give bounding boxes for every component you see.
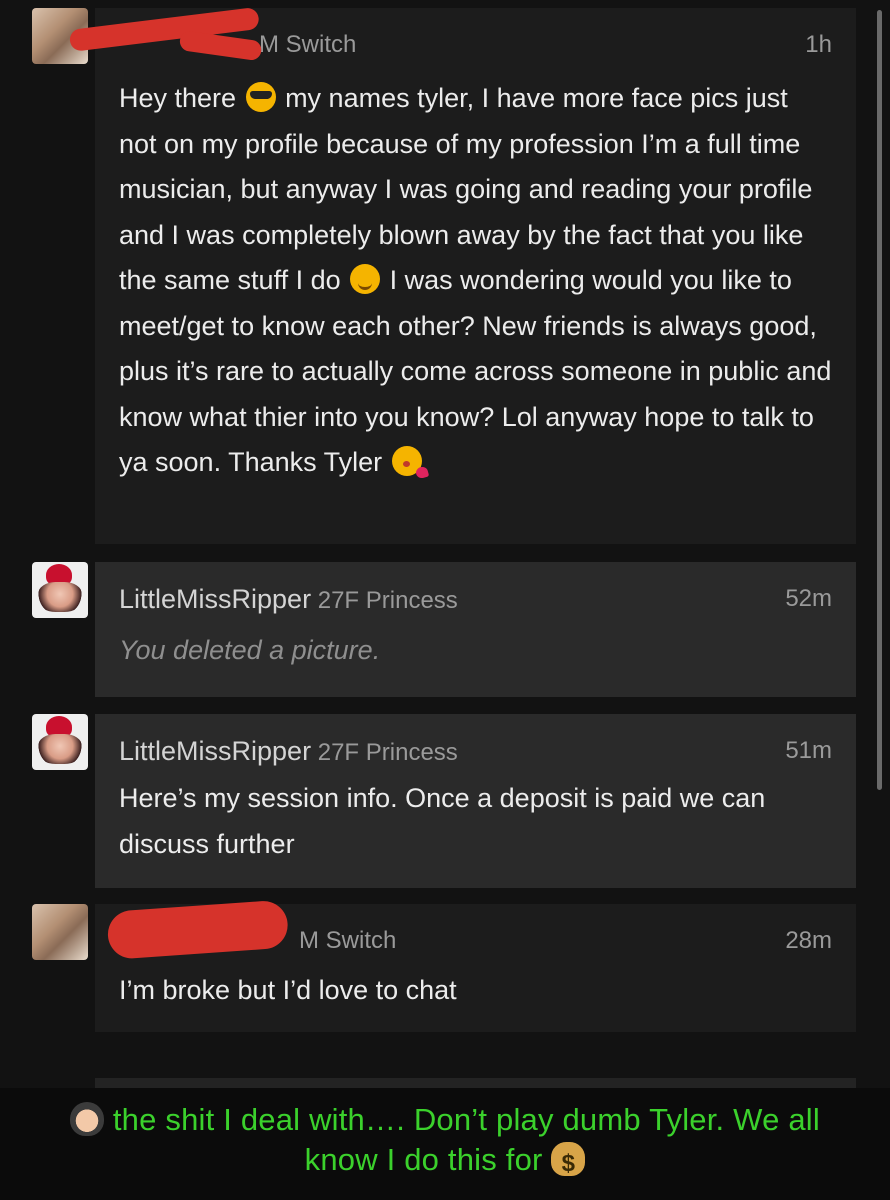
kiss-emoji	[391, 446, 422, 476]
message-header: LittleMissRipper 27F Princess 52m	[119, 584, 832, 614]
message-bubble-2: LittleMissRipper 27F Princess 52m You de…	[95, 562, 856, 697]
message-time: 51m	[785, 737, 832, 764]
sender-meta: 27F Princess	[317, 739, 458, 766]
message-text-part: I was wondering would you like to meet/g…	[119, 265, 832, 477]
message-text-part: Hey there	[119, 83, 244, 113]
sender-meta: 27F Princess	[317, 587, 458, 614]
scrollbar[interactable]	[877, 10, 882, 790]
money-bag-emoji	[551, 1142, 586, 1184]
deleted-notice: You deleted a picture.	[119, 635, 381, 665]
caption-text: the shit I deal with…. Don’t play dumb T…	[112, 1102, 820, 1177]
partial-message-bubble	[95, 1078, 856, 1088]
message-body: Here’s my session info. Once a deposit i…	[119, 783, 766, 859]
avatar-littlemissripper[interactable]	[32, 714, 88, 770]
smiling-emoji	[350, 264, 381, 294]
message-text-part: my names tyler, I have more face pics ju…	[119, 83, 813, 295]
overlay-caption: the shit I deal with…. Don’t play dumb T…	[30, 1100, 860, 1184]
sender-meta: M Switch	[299, 927, 397, 954]
avatar-tyler[interactable]	[32, 904, 88, 960]
message-bubble-3: LittleMissRipper 27F Princess 51m Here’s…	[95, 714, 856, 888]
message-thread: M Switch 1h Hey there my names tyler, I …	[0, 0, 890, 1200]
message-body: I’m broke but I’d love to chat	[119, 975, 457, 1005]
sender-name[interactable]: LittleMissRipper	[119, 584, 311, 614]
message-bubble-1: M Switch 1h Hey there my names tyler, I …	[95, 8, 856, 544]
message-body: Hey there my names tyler, I have more fa…	[119, 76, 832, 486]
message-time: 52m	[785, 585, 832, 612]
message-header: LittleMissRipper 27F Princess 51m	[119, 736, 832, 766]
message-time: 1h	[805, 31, 832, 58]
sender-meta: M Switch	[259, 31, 357, 58]
sunglasses-emoji	[245, 82, 276, 112]
sender-name[interactable]: LittleMissRipper	[119, 736, 311, 766]
message-time: 28m	[785, 927, 832, 954]
avatar-littlemissripper[interactable]	[32, 562, 88, 618]
facepalm-woman-emoji	[70, 1102, 105, 1136]
